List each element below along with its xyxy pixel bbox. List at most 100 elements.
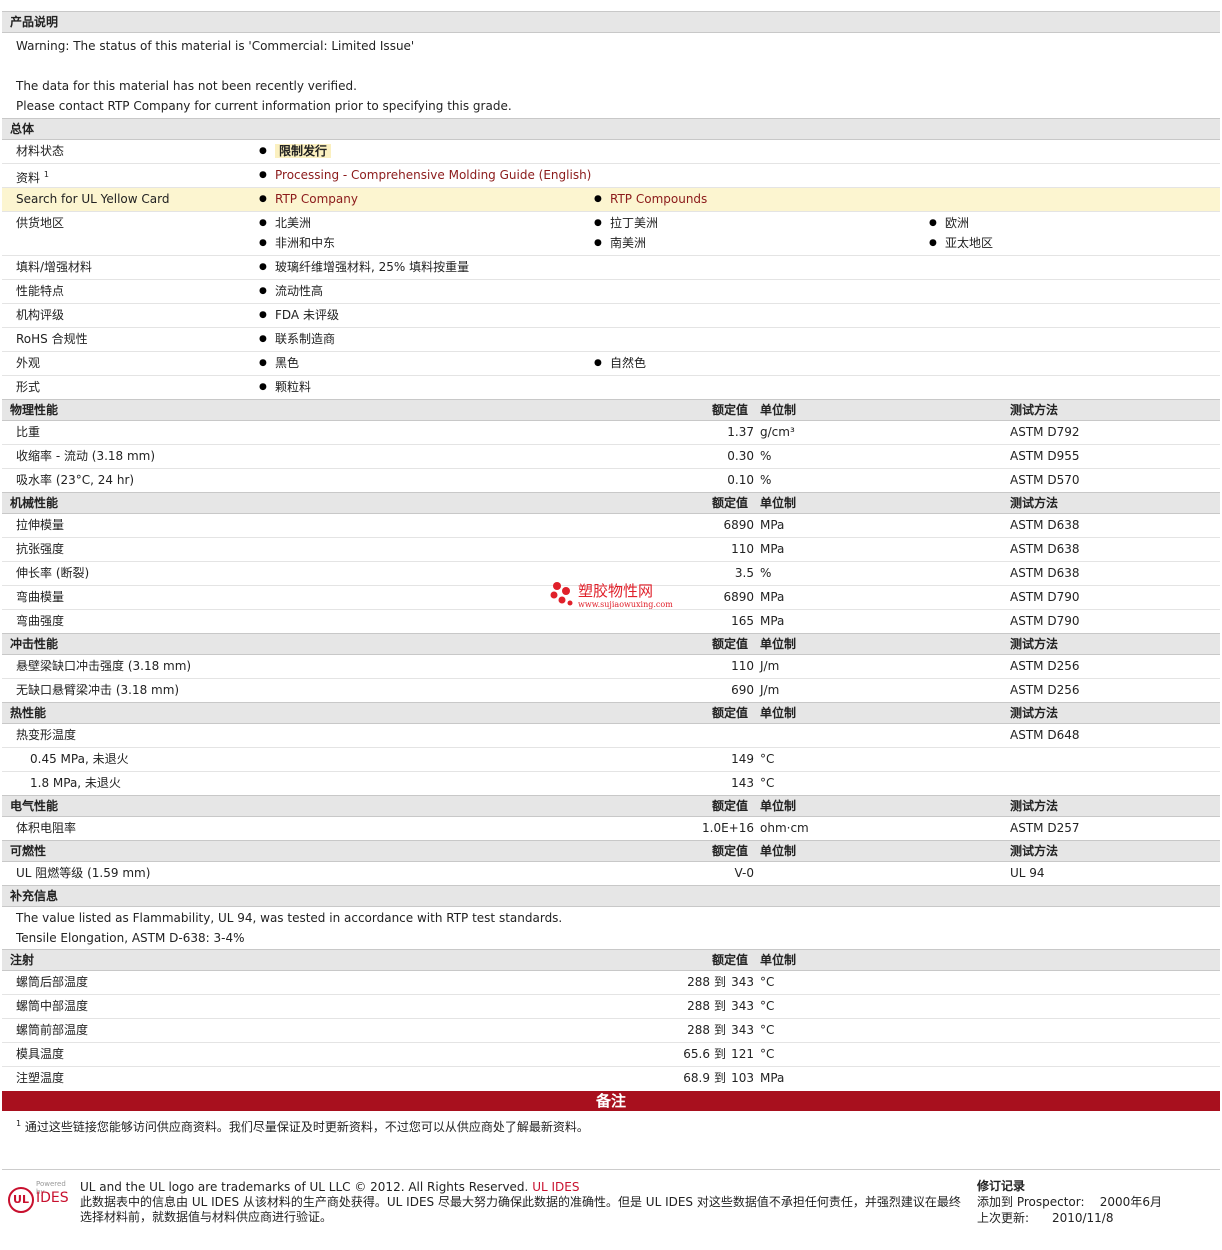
row-filler: 填料/增强材料 玻璃纤维增强材料, 25% 填料按重量	[2, 256, 1220, 280]
row-label: RoHS 合规性	[16, 332, 88, 346]
updated-label: 上次更新:	[977, 1211, 1030, 1225]
resource-label-text: 资料	[16, 171, 41, 185]
row-label: Search for UL Yellow Card	[16, 192, 170, 206]
row-label: 资料 1	[16, 164, 49, 189]
watermark-text: 塑胶物性网	[578, 582, 654, 600]
property-row: 0.45 MPa, 未退火 149 °C	[2, 748, 1220, 772]
property-value: 110	[731, 542, 754, 556]
row-value: FDA 未评级	[259, 304, 339, 326]
property-row: 抗张强度 110 MPa ASTM D638	[2, 538, 1220, 562]
property-value: 0.30	[727, 449, 754, 463]
header-unit: 单位制	[760, 953, 797, 967]
property-method: ASTM D955	[1010, 449, 1080, 463]
property-name: 体积电阻率	[16, 821, 77, 835]
region-item: 拉丁美洲	[594, 212, 658, 234]
row-ul-yellow-card: Search for UL Yellow Card RTP Company RT…	[2, 188, 1220, 212]
property-name: UL 阻燃等级 (1.59 mm)	[16, 866, 151, 880]
status-value: 限制发行	[259, 140, 332, 162]
section-header-physical: 物理性能 额定值 单位制 测试方法	[2, 399, 1220, 421]
footnote-ref: 1	[43, 170, 49, 179]
section-title: 电气性能	[10, 799, 59, 813]
property-max: 343	[731, 1023, 754, 1037]
section-title: 产品说明	[10, 15, 59, 29]
section-header-impact: 冲击性能 额定值 单位制 测试方法	[2, 633, 1220, 655]
section-header-flammability: 可燃性 额定值 单位制 测试方法	[2, 840, 1220, 862]
property-value: 143	[731, 776, 754, 790]
footnote-text: 通过这些链接您能够访问供应商资料。我们尽量保证及时更新资料，不过您可以从供应商处…	[24, 1120, 589, 1134]
header-nominal: 额定值	[712, 403, 749, 417]
link-rtp-compounds[interactable]: RTP Compounds	[594, 188, 707, 210]
property-row: 螺筒中部温度 288 到 343 °C	[2, 995, 1220, 1019]
property-min: 288	[687, 999, 710, 1013]
row-value: 流动性高	[259, 280, 323, 302]
row-value: 玻璃纤维增强材料, 25% 填料按重量	[259, 256, 469, 278]
property-unit: %	[760, 566, 772, 580]
row-label: 外观	[16, 356, 41, 370]
supplement-text: The value listed as Flammability, UL 94,…	[2, 907, 1220, 949]
impact-table: 悬壁梁缺口冲击强度 (3.18 mm) 110 J/m ASTM D256 无缺口悬臂梁…	[2, 655, 1220, 702]
property-unit: °C	[760, 1023, 775, 1037]
property-method: ASTM D790	[1010, 590, 1080, 604]
datasheet: 产品说明 Warning: The status of this materia…	[2, 0, 1220, 1250]
row-label: 机构评级	[16, 308, 65, 322]
row-features: 性能特点 流动性高	[2, 280, 1220, 304]
row-appearance: 外观 黑色 自然色	[2, 352, 1220, 376]
supplement-line: Tensile Elongation, ASTM D-638: 3-4%	[16, 931, 245, 945]
property-value: 149	[731, 752, 754, 766]
property-row: 螺筒前部温度 288 到 343 °C	[2, 1019, 1220, 1043]
header-unit: 单位制	[760, 637, 797, 651]
property-unit: MPa	[760, 614, 785, 628]
property-unit: J/m	[760, 659, 780, 673]
watermark: 塑胶物性网 www.sujiaowuxing.com	[548, 580, 678, 614]
row-hdt: 热变形温度 ASTM D648	[2, 724, 1220, 748]
property-max: 343	[731, 999, 754, 1013]
status-badge: 限制发行	[275, 144, 332, 158]
revision-added: 添加到 Prospector: 2000年6月	[977, 1194, 1217, 1210]
property-name: 弯曲强度	[16, 614, 65, 628]
property-row: UL 阻燃等级 (1.59 mm) V-0 UL 94	[2, 862, 1220, 885]
physical-table: 比重 1.37 g/cm³ ASTM D792 收缩率 - 流动 (3.18 mm) 0.…	[2, 421, 1220, 492]
injection-table: 螺筒后部温度 288 到 343 °C 螺筒中部温度 288 到 343 °C 螺筒前部温度 288 到…	[2, 971, 1220, 1090]
disclaimer-text: 此数据表中的信息由 UL IDES 从该材料的生产商处获得。UL IDES 尽最…	[80, 1195, 961, 1224]
region-item: 非洲和中东	[259, 232, 335, 254]
property-row: 注塑温度 68.9 到 103 MPa	[2, 1067, 1220, 1090]
header-unit: 单位制	[760, 799, 797, 813]
row-material-status: 材料状态 限制发行	[2, 140, 1220, 164]
row-label: 形式	[16, 380, 41, 394]
property-min: 288	[687, 1023, 710, 1037]
property-min: 68.9	[683, 1071, 710, 1085]
property-max: 103	[731, 1071, 754, 1085]
section-title: 总体	[10, 122, 35, 136]
description-line: Warning: The status of this material is …	[16, 39, 415, 53]
row-agency-ratings: 机构评级 FDA 未评级	[2, 304, 1220, 328]
property-name: 吸水率 (23°C, 24 hr)	[16, 473, 135, 487]
header-method: 测试方法	[1010, 637, 1059, 651]
row-resources: 资料 1 Processing - Comprehensive Molding …	[2, 164, 1220, 188]
property-method: ASTM D792	[1010, 425, 1080, 439]
notes-header: 备注	[2, 1091, 1220, 1111]
section-header-mechanical: 机械性能 额定值 单位制 测试方法	[2, 492, 1220, 514]
footer: Powered by UL IDES UL and the UL logo ar…	[2, 1169, 1220, 1250]
section-header-thermal: 热性能 额定值 单位制 测试方法	[2, 702, 1220, 724]
section-title: 注射	[10, 953, 35, 967]
section-header-supplement: 补充信息	[2, 885, 1220, 907]
property-name: 螺筒后部温度	[16, 975, 89, 989]
watermark-url: www.sujiaowuxing.com	[578, 600, 673, 609]
row-value: 自然色	[594, 352, 646, 374]
property-method: UL 94	[1010, 866, 1045, 880]
property-method: ASTM D256	[1010, 659, 1080, 673]
property-method: ASTM D638	[1010, 518, 1080, 532]
section-title: 物理性能	[10, 403, 59, 417]
product-description-text: Warning: The status of this material is …	[2, 33, 1220, 118]
added-value: 2000年6月	[1099, 1195, 1162, 1209]
added-label: 添加到 Prospector:	[977, 1195, 1085, 1209]
link-molding-guide[interactable]: Processing - Comprehensive Molding Guide…	[259, 164, 591, 186]
row-value: 黑色	[259, 352, 299, 374]
revision-history: 修订记录 添加到 Prospector: 2000年6月 上次更新: 2010/…	[977, 1178, 1217, 1226]
header-method: 测试方法	[1010, 799, 1059, 813]
property-row: 吸水率 (23°C, 24 hr) 0.10% ASTM D570	[2, 469, 1220, 492]
property-unit: %	[760, 449, 772, 463]
property-row: 1.8 MPa, 未退火 143 °C	[2, 772, 1220, 795]
link-rtp-company[interactable]: RTP Company	[259, 188, 358, 210]
property-row: 收缩率 - 流动 (3.18 mm) 0.30% ASTM D955	[2, 445, 1220, 469]
